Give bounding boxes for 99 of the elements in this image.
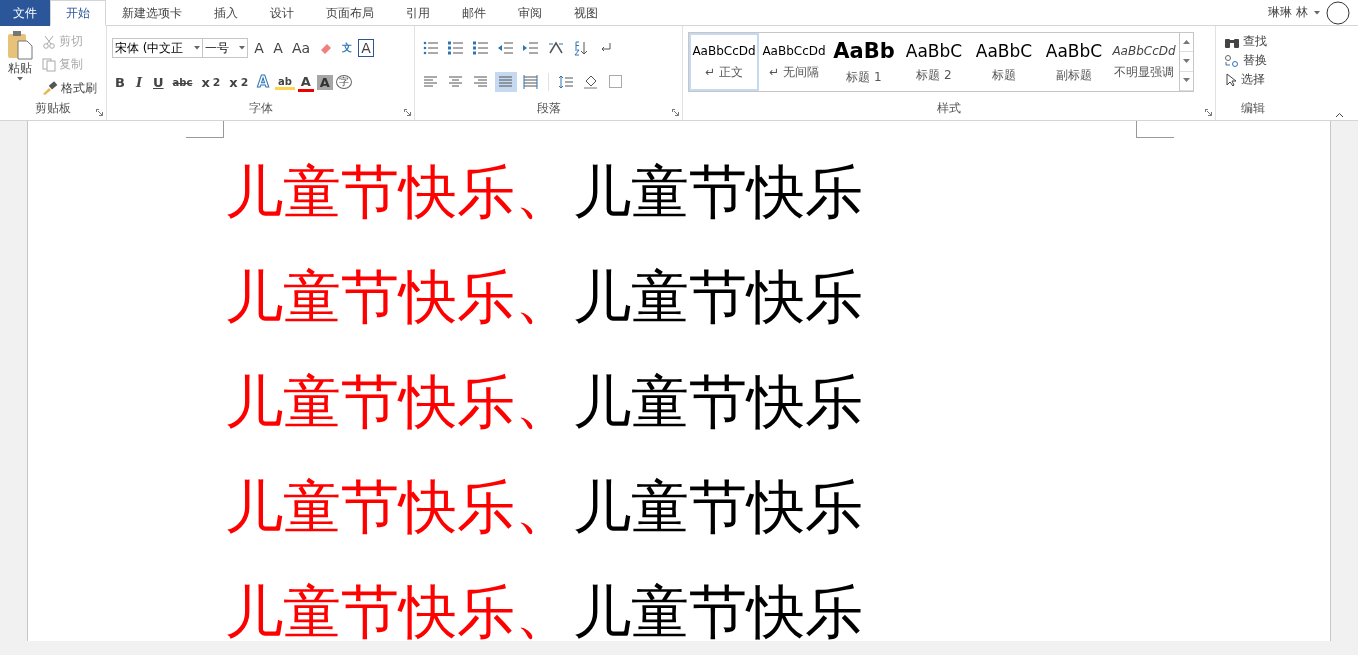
group-label: 编辑 xyxy=(1240,100,1266,117)
dialog-launcher-icon[interactable] xyxy=(1205,109,1212,116)
bullets-icon xyxy=(423,40,439,56)
style-preview: AaBbC xyxy=(975,40,1033,61)
document-text: 儿童节快乐 xyxy=(573,160,863,225)
font-name-field[interactable]: 宋体 (中文正 xyxy=(112,38,203,58)
numbering-icon xyxy=(448,40,464,56)
align-icon xyxy=(523,74,539,90)
style-preview: AaBbCcDd xyxy=(692,43,756,58)
replace-button[interactable]: 替换 xyxy=(1221,51,1285,70)
margin-corner-mark xyxy=(1136,121,1174,138)
ribbon-tab[interactable]: 审阅 xyxy=(502,0,558,26)
copy-icon xyxy=(42,58,56,72)
replace-icon xyxy=(1224,53,1240,68)
document-text: 儿童节快乐 xyxy=(573,265,863,330)
document-text: 儿童节快乐、 xyxy=(225,580,573,641)
eraser-icon xyxy=(319,41,334,55)
color-button[interactable]: A xyxy=(297,72,314,92)
ribbon-tab[interactable]: 设计 xyxy=(254,0,310,26)
find-button[interactable]: 查找 xyxy=(1221,32,1285,51)
style-name: ↵ 正文 xyxy=(705,63,743,81)
document-text: 儿童节快乐 xyxy=(573,370,863,435)
style-preview: AaBbCcDd xyxy=(1112,43,1176,58)
ribbon-tab[interactable]: 页面布局 xyxy=(310,0,390,26)
ribbon-tab[interactable]: 视图 xyxy=(558,0,614,26)
style-name: 标题 1 xyxy=(846,68,882,86)
style-name: 标题 2 xyxy=(916,66,952,84)
collapse-ribbon-icon[interactable] xyxy=(1335,112,1344,118)
bold-button[interactable]: B xyxy=(112,73,128,91)
caret-icon[interactable] xyxy=(1314,10,1320,15)
italic-button[interactable]: I xyxy=(131,73,147,91)
strike-button[interactable]: abc xyxy=(169,75,196,89)
ribbon-tab[interactable]: 引用 xyxy=(390,0,446,26)
style-preview: AaBbC xyxy=(905,40,963,61)
align-icon xyxy=(473,74,489,90)
ribbon-tab[interactable]: 新建选项卡 xyxy=(106,0,198,26)
document-text: 儿童节快乐、 xyxy=(225,370,573,435)
align-icon xyxy=(498,74,514,90)
painter-button[interactable]: 格式刷 xyxy=(39,78,100,98)
document-text: 儿童节快乐、 xyxy=(225,160,573,225)
ribbon-tab[interactable]: 插入 xyxy=(198,0,254,26)
caret-icon[interactable] xyxy=(194,46,200,50)
avatar-icon[interactable] xyxy=(1326,0,1350,25)
group-label: 段落 xyxy=(535,100,562,117)
shrink-button[interactable]: A xyxy=(270,39,286,57)
gallery-scrollbar[interactable] xyxy=(1179,33,1193,91)
style-name: 不明显强调 xyxy=(1114,63,1174,81)
style-name: 标题 xyxy=(992,66,1016,84)
case-button[interactable]: Aa xyxy=(289,39,314,57)
outdent-icon xyxy=(498,40,514,56)
user-name[interactable]: 琳琳 林 xyxy=(1268,4,1308,21)
select-button[interactable]: 选择 xyxy=(1221,70,1285,89)
up-arrow-icon xyxy=(1183,39,1190,45)
document-text: 儿童节快乐 xyxy=(573,475,863,540)
indent-icon xyxy=(523,40,539,56)
underline-button[interactable]: U xyxy=(150,73,167,91)
align-icon xyxy=(448,74,464,90)
phonetic-button[interactable]: 文 xyxy=(339,40,356,56)
file-tab[interactable]: 文件 xyxy=(0,0,50,26)
highlight-button[interactable]: ab xyxy=(274,74,295,90)
down-arrow-icon xyxy=(1183,78,1190,84)
group-label: 剪贴板 xyxy=(34,100,72,117)
style-name: ↵ 无间隔 xyxy=(769,63,819,81)
ribbon-tab[interactable]: 邮件 xyxy=(446,0,502,26)
caret-icon[interactable] xyxy=(17,77,23,81)
direction-icon xyxy=(548,40,564,56)
down-arrow-icon xyxy=(1183,59,1190,64)
group-label: 样式 xyxy=(936,100,962,117)
shading-icon xyxy=(583,74,599,90)
style-preview: AaBbCcDd xyxy=(762,43,826,58)
style-preview: AaBb xyxy=(833,38,895,63)
style-name: 副标题 xyxy=(1056,66,1092,84)
border-button[interactable]: A xyxy=(358,39,375,57)
borders-icon xyxy=(608,74,624,90)
align-icon xyxy=(423,74,439,90)
grow-button[interactable]: A xyxy=(251,39,267,57)
style-preview: AaBbC xyxy=(1045,40,1103,61)
cursor-icon xyxy=(1224,72,1238,87)
sort-icon xyxy=(573,40,589,56)
document-text: 儿童节快乐、 xyxy=(225,265,573,330)
dialog-launcher-icon[interactable] xyxy=(96,109,103,116)
effects-button[interactable]: A xyxy=(254,72,272,92)
scissors-icon xyxy=(42,34,56,49)
document-text: 儿童节快乐、 xyxy=(225,475,573,540)
dialog-launcher-icon[interactable] xyxy=(404,109,411,116)
brush-icon xyxy=(42,81,58,96)
spacing-icon xyxy=(558,74,574,90)
margin-corner-mark xyxy=(186,121,224,138)
style-item[interactable]: AaBbCcDd ↵ 正文 xyxy=(689,33,759,91)
multilevel-icon xyxy=(473,40,489,56)
clipboard-icon xyxy=(7,30,33,60)
dialog-launcher-icon[interactable] xyxy=(672,109,679,116)
font-size-field[interactable]: 一号 xyxy=(202,38,248,58)
shade-button[interactable]: A xyxy=(316,74,333,90)
group-label: 字体 xyxy=(247,100,274,117)
ribbon-tab[interactable]: 开始 xyxy=(50,0,106,26)
paste-button[interactable]: 粘贴 xyxy=(5,30,35,100)
caret-icon[interactable] xyxy=(239,46,245,50)
document-text: 儿童节快乐 xyxy=(573,580,863,641)
